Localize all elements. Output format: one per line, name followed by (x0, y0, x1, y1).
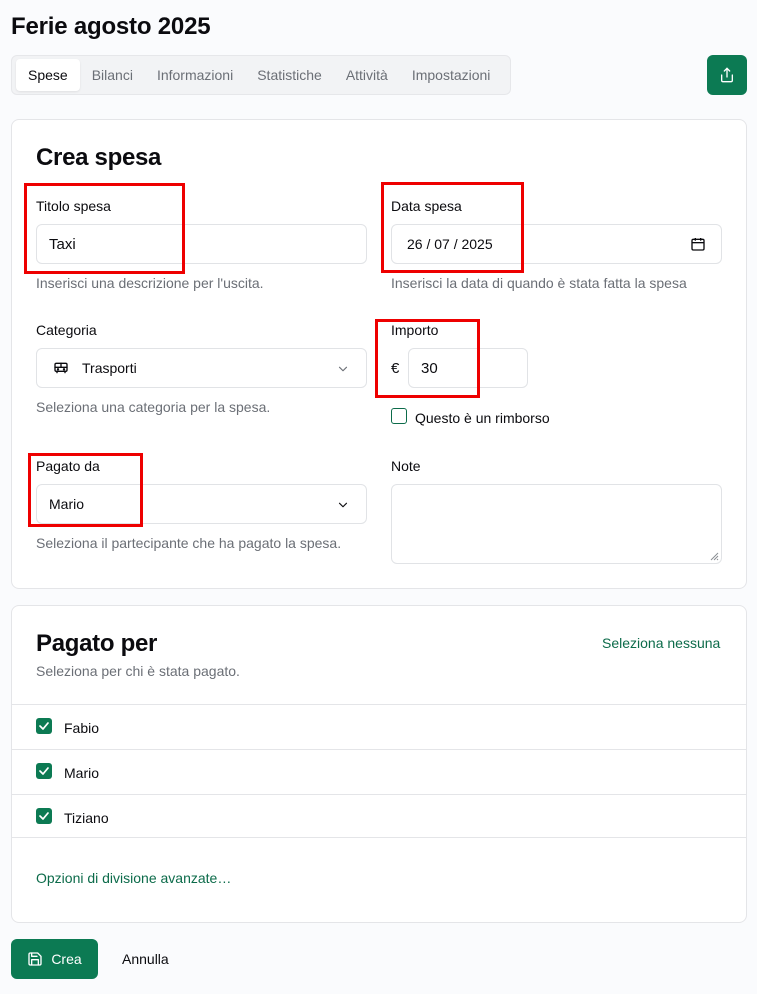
participant-checkbox[interactable] (36, 763, 52, 779)
expense-title-input[interactable]: Taxi (36, 224, 367, 264)
create-button-label: Crea (51, 951, 82, 967)
tab-statistiche[interactable]: Statistiche (245, 59, 334, 91)
bus-icon (54, 362, 68, 374)
amount-value: 30 (421, 359, 438, 377)
expense-date-input[interactable]: 26 / 07 / 2025 (391, 224, 722, 264)
participant-name: Fabio (64, 720, 100, 736)
chevron-down-icon (338, 502, 348, 508)
check-icon (39, 812, 49, 820)
paid-for-title: Pagato per (36, 630, 158, 657)
category-label: Categoria (36, 322, 97, 338)
cancel-button-label: Annulla (122, 951, 169, 967)
category-select[interactable]: Trasporti (36, 348, 367, 388)
page-title: Ferie agosto 2025 (11, 13, 211, 40)
expense-title-label: Titolo spesa (36, 198, 111, 214)
divider (12, 704, 746, 705)
create-expense-card: Crea spesa Titolo spesa Taxi Inserisci u… (11, 119, 747, 589)
chevron-down-icon (338, 366, 348, 372)
divider (12, 794, 746, 795)
category-help: Seleziona una categoria per la spesa. (36, 399, 271, 415)
advanced-split-link[interactable]: Opzioni di divisione avanzate… (36, 870, 231, 886)
amount-label: Importo (391, 322, 439, 338)
paid-for-subtitle: Seleziona per chi è stata pagato. (36, 663, 240, 679)
paid-by-label: Pagato da (36, 458, 100, 474)
expense-title-value: Taxi (49, 235, 76, 253)
divider (12, 749, 746, 750)
category-value: Trasporti (82, 360, 137, 376)
expense-date-value: 26 / 07 / 2025 (407, 236, 493, 252)
tab-impostazioni[interactable]: Impostazioni (400, 59, 503, 91)
check-icon (39, 722, 49, 730)
share-button[interactable] (707, 55, 747, 95)
paid-by-select[interactable]: Mario (36, 484, 367, 524)
amount-input[interactable]: 30 (408, 348, 528, 388)
tab-attivita[interactable]: Attività (334, 59, 400, 91)
expense-title-help: Inserisci una descrizione per l'uscita. (36, 275, 264, 291)
tab-bar: Spese Bilanci Informazioni Statistiche A… (11, 55, 511, 95)
create-expense-title: Crea spesa (36, 144, 162, 171)
participant-checkbox[interactable] (36, 718, 52, 734)
paid-by-help: Seleziona il partecipante che ha pagato … (36, 535, 342, 551)
refund-checkbox[interactable] (391, 408, 407, 424)
paid-for-card: Pagato per Seleziona nessuna Seleziona p… (11, 605, 747, 923)
notes-textarea[interactable] (391, 484, 722, 564)
tab-bilanci[interactable]: Bilanci (80, 59, 145, 91)
currency-symbol: € (391, 360, 400, 377)
refund-label: Questo è un rimborso (415, 410, 550, 426)
share-icon (721, 67, 733, 83)
participant-checkbox[interactable] (36, 808, 52, 824)
participant-name: Mario (64, 765, 100, 781)
divider (12, 837, 746, 838)
paid-by-value: Mario (49, 496, 85, 512)
tab-informazioni[interactable]: Informazioni (145, 59, 245, 91)
cancel-button[interactable]: Annulla (106, 939, 185, 979)
tab-spese[interactable]: Spese (16, 59, 80, 91)
expense-date-help: Inserisci la data di quando è stata fatt… (391, 275, 687, 291)
calendar-icon[interactable] (690, 236, 706, 252)
participant-name: Tiziano (64, 810, 109, 826)
check-icon (39, 767, 49, 775)
expense-date-label: Data spesa (391, 198, 462, 214)
notes-label: Note (391, 458, 421, 474)
resize-handle-icon[interactable] (709, 551, 719, 561)
save-icon (28, 952, 42, 966)
create-button[interactable]: Crea (11, 939, 98, 979)
select-none-link[interactable]: Seleziona nessuna (602, 635, 720, 651)
